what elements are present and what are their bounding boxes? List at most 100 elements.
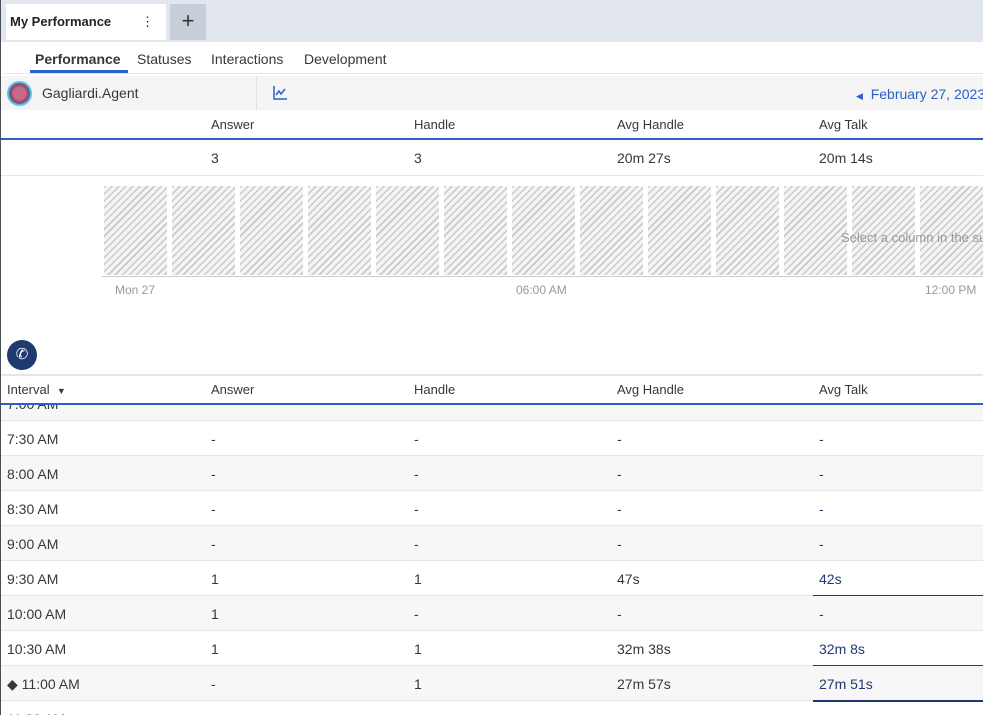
tab-my-performance[interactable]: My Performance ⋮: [6, 4, 166, 40]
table-row[interactable]: 7:00 AM: [1, 405, 983, 421]
agent-bar: Gagliardi.Agent ◀ February 27, 2023: [1, 76, 983, 110]
cell-handle: 1: [414, 571, 422, 587]
tab-label: My Performance: [10, 14, 112, 29]
cell-avg-talk: -: [819, 536, 824, 552]
line-chart-icon[interactable]: [273, 85, 288, 100]
cell-answer: -: [211, 676, 216, 692]
chart-column[interactable]: [648, 186, 711, 275]
chart-column[interactable]: [376, 186, 439, 275]
cell-interval: 10:30 AM: [7, 641, 67, 657]
x-tick: Mon 27: [115, 283, 156, 297]
table-row[interactable]: 9:30 AM 1 1 47s 42s: [1, 561, 983, 597]
table-row[interactable]: 10:00 AM 1 - - -: [1, 596, 983, 631]
cell-avg-talk: -: [819, 606, 824, 622]
avatar: [7, 81, 32, 106]
agent-name: Gagliardi.Agent: [42, 85, 139, 101]
chart-column[interactable]: [444, 186, 507, 275]
cell-avg-handle: 47s: [617, 571, 640, 587]
chart-column[interactable]: [240, 186, 303, 275]
cell-interval: 8:30 AM: [7, 501, 59, 517]
col-avg-talk[interactable]: Avg Talk: [819, 382, 868, 397]
cell-interval: 9:30 AM: [7, 571, 59, 587]
cell-avg-talk: -: [819, 501, 824, 517]
cell-handle: -: [414, 431, 419, 447]
cell-handle: -: [414, 466, 419, 482]
table-row[interactable]: 10:30 AM 1 1 32m 38s 32m 8s: [1, 631, 983, 667]
x-tick: 06:00 AM: [516, 283, 567, 297]
cell-answer: 1: [211, 571, 219, 587]
interval-chart: Mon 27 06:00 AM 12:00 PM Select a column…: [1, 176, 983, 326]
cell-avg-handle: 27m 57s: [617, 676, 671, 692]
cell-avg-handle: -: [617, 536, 622, 552]
chart-column[interactable]: [172, 186, 235, 275]
summary-avg-talk: 20m 14s: [819, 150, 873, 166]
cell-handle: 1: [414, 641, 422, 657]
cell-answer: -: [211, 536, 216, 552]
plus-icon: +: [181, 8, 195, 33]
col-avg-talk: Avg Talk: [819, 117, 868, 132]
x-axis: [102, 276, 983, 277]
col-interval-label: Interval: [7, 382, 50, 397]
cell-handle: 1: [414, 676, 422, 692]
sort-down-icon[interactable]: ▼: [57, 386, 66, 396]
table-row[interactable]: ◆ 11:00 AM - 1 27m 57s 27m 51s: [1, 666, 983, 702]
x-tick: 12:00 PM: [925, 283, 977, 297]
date-selector[interactable]: ◀ February 27, 2023: [856, 86, 983, 102]
cell-avg-handle: -: [617, 466, 622, 482]
cell-avg-talk: -: [819, 431, 824, 447]
date-label: February 27, 2023: [870, 86, 983, 102]
cell-avg-talk: -: [819, 466, 824, 482]
table-row[interactable]: 11:30 AM: [1, 701, 983, 715]
col-answer: Answer: [211, 117, 255, 132]
cell-interval: 7:00 AM: [7, 405, 58, 412]
table-row[interactable]: 8:30 AM - - - -: [1, 491, 983, 526]
chart-column[interactable]: [716, 186, 779, 275]
cell-avg-handle: -: [617, 431, 622, 447]
tab-development[interactable]: Development: [304, 51, 387, 67]
interval-table: 7:00 AM 7:30 AM - - - - 8:00 AM - - - - 8:30 AM - - - -…: [1, 405, 983, 715]
chart-column[interactable]: [512, 186, 575, 275]
col-interval[interactable]: Interval ▼: [7, 382, 66, 397]
divider: [256, 76, 257, 110]
summary-avg-handle: 20m 27s: [617, 150, 671, 166]
cell-avg-talk: 27m 51s: [819, 676, 873, 692]
cell-interval: ◆ 11:00 AM: [7, 676, 80, 692]
tab-performance[interactable]: Performance: [35, 51, 121, 67]
cell-handle: -: [414, 501, 419, 517]
tab-interactions[interactable]: Interactions: [211, 51, 283, 67]
chart-hint: Select a column in the su: [841, 230, 983, 245]
add-tab-button[interactable]: +: [170, 4, 206, 40]
active-tab-indicator: [30, 70, 128, 73]
cell-answer: 1: [211, 641, 219, 657]
col-handle[interactable]: Handle: [414, 382, 455, 397]
table-row[interactable]: 8:00 AM - - - -: [1, 456, 983, 491]
cell-interval: 8:00 AM: [7, 466, 59, 482]
phone-icon[interactable]: ✆: [7, 340, 37, 370]
summary-handle: 3: [414, 150, 422, 166]
table-row[interactable]: 7:30 AM - - - -: [1, 421, 983, 456]
cell-handle: -: [414, 536, 419, 552]
summary-answer: 3: [211, 150, 219, 166]
caret-left-icon[interactable]: ◀: [856, 91, 863, 101]
cell-avg-handle: -: [617, 606, 622, 622]
chart-column[interactable]: [580, 186, 643, 275]
cell-avg-handle: 32m 38s: [617, 641, 671, 657]
tab-statuses[interactable]: Statuses: [137, 51, 191, 67]
more-vertical-icon[interactable]: ⋮: [141, 4, 154, 40]
col-avg-handle[interactable]: Avg Handle: [617, 382, 684, 397]
col-avg-handle: Avg Handle: [617, 117, 684, 132]
chart-column[interactable]: [104, 186, 167, 275]
cell-interval: 11:30 AM: [7, 711, 65, 715]
summary-row: 3 3 20m 27s 20m 14s: [1, 140, 983, 176]
col-answer[interactable]: Answer: [211, 382, 254, 397]
chart-column[interactable]: [308, 186, 371, 275]
sub-navigation: Performance Statuses Interactions Develo…: [4, 42, 983, 74]
cell-avg-talk: 32m 8s: [819, 641, 865, 657]
chart-column[interactable]: [784, 186, 847, 275]
table-row[interactable]: 9:00 AM - - - -: [1, 526, 983, 561]
cell-answer: -: [211, 431, 216, 447]
summary-header: Answer Handle Avg Handle Avg Talk: [1, 110, 983, 140]
cell-interval: 9:00 AM: [7, 536, 59, 552]
cell-interval: 7:30 AM: [7, 431, 59, 447]
cell-handle: -: [414, 606, 419, 622]
